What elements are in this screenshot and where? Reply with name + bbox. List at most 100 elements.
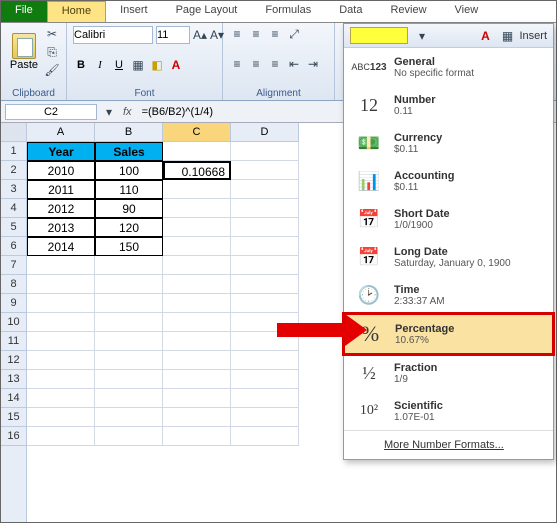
cell[interactable]	[231, 427, 299, 446]
format-number[interactable]: 12 Number0.11	[344, 86, 553, 124]
format-long-date[interactable]: 📅 Long DateSaturday, January 0, 1900	[344, 238, 553, 276]
cell[interactable]: Sales	[95, 142, 163, 161]
cell[interactable]	[163, 294, 231, 313]
cell[interactable]	[163, 237, 231, 256]
cut-icon[interactable]: ✂	[44, 26, 60, 42]
cell[interactable]	[163, 199, 231, 218]
cell[interactable]	[231, 161, 299, 180]
cell[interactable]	[163, 332, 231, 351]
row-header[interactable]: 1	[1, 142, 26, 161]
cell[interactable]	[231, 408, 299, 427]
more-number-formats[interactable]: More Number Formats...	[344, 430, 553, 459]
tab-insert[interactable]: Insert	[106, 1, 162, 22]
select-all[interactable]	[1, 123, 26, 142]
cell[interactable]: 110	[95, 180, 163, 199]
tab-file[interactable]: File	[1, 1, 47, 22]
format-currency[interactable]: 💵 Currency$0.11	[344, 124, 553, 162]
cell[interactable]: Year	[27, 142, 95, 161]
insert-cells-button[interactable]: ▦ Insert	[499, 28, 547, 44]
paste-button[interactable]: Paste	[7, 33, 41, 71]
cell[interactable]	[95, 256, 163, 275]
row-header[interactable]: 11	[1, 332, 26, 351]
cell[interactable]	[27, 332, 95, 351]
cell[interactable]	[27, 256, 95, 275]
cell[interactable]	[231, 218, 299, 237]
cell[interactable]	[95, 275, 163, 294]
indent-dec-icon[interactable]: ⇤	[286, 56, 302, 72]
format-fraction[interactable]: ½ Fraction1/9	[344, 354, 553, 392]
row-header[interactable]: 2	[1, 161, 26, 180]
cell[interactable]	[95, 408, 163, 427]
cell[interactable]: 2013	[27, 218, 95, 237]
row-header[interactable]: 16	[1, 427, 26, 446]
font-name-select[interactable]	[73, 26, 153, 44]
align-bot-icon[interactable]: ≡	[267, 26, 283, 42]
format-general[interactable]: ABC123 GeneralNo specific format	[344, 48, 553, 86]
cell[interactable]	[163, 389, 231, 408]
cell[interactable]: 150	[95, 237, 163, 256]
cell[interactable]	[163, 275, 231, 294]
cell[interactable]	[163, 218, 231, 237]
tab-view[interactable]: View	[441, 1, 493, 22]
cell[interactable]	[27, 313, 95, 332]
format-percentage[interactable]: % Percentage10.67%	[343, 313, 554, 355]
cell[interactable]: 2010	[27, 161, 95, 180]
row-header[interactable]: 7	[1, 256, 26, 275]
cell[interactable]	[95, 332, 163, 351]
align-right-icon[interactable]: ≡	[267, 56, 283, 72]
cell[interactable]	[27, 408, 95, 427]
cell[interactable]: 2011	[27, 180, 95, 199]
row-header[interactable]: 8	[1, 275, 26, 294]
indent-inc-icon[interactable]: ⇥	[305, 56, 321, 72]
decrease-font-icon[interactable]: A▾	[210, 27, 224, 43]
row-header[interactable]: 12	[1, 351, 26, 370]
cell[interactable]	[163, 408, 231, 427]
cell[interactable]	[231, 294, 299, 313]
fx-icon[interactable]: fx	[117, 106, 138, 118]
cell[interactable]	[95, 427, 163, 446]
cell[interactable]	[95, 370, 163, 389]
format-short-date[interactable]: 📅 Short Date1/0/1900	[344, 200, 553, 238]
fill-color-icon[interactable]: ◧	[149, 57, 165, 73]
row-header[interactable]: 5	[1, 218, 26, 237]
cell[interactable]	[27, 275, 95, 294]
row-header[interactable]: 10	[1, 313, 26, 332]
row-header[interactable]: 4	[1, 199, 26, 218]
border-icon[interactable]: ▦	[130, 57, 146, 73]
col-header[interactable]: C	[163, 123, 231, 141]
cell[interactable]	[95, 313, 163, 332]
cell[interactable]	[163, 142, 231, 161]
row-header[interactable]: 9	[1, 294, 26, 313]
cell[interactable]	[231, 142, 299, 161]
align-center-icon[interactable]: ≡	[248, 56, 264, 72]
align-left-icon[interactable]: ≡	[229, 56, 245, 72]
increase-font-icon[interactable]: A▴	[193, 27, 207, 43]
copy-icon[interactable]: ⎘	[44, 44, 60, 60]
row-header[interactable]: 3	[1, 180, 26, 199]
orientation-icon[interactable]: ⤢	[286, 26, 302, 42]
row-header[interactable]: 15	[1, 408, 26, 427]
cell[interactable]	[231, 275, 299, 294]
cell[interactable]	[27, 294, 95, 313]
cell[interactable]	[231, 199, 299, 218]
col-header[interactable]: D	[231, 123, 299, 141]
cell[interactable]: 2014	[27, 237, 95, 256]
cell[interactable]	[27, 370, 95, 389]
cell-selected[interactable]: 0.10668	[163, 161, 231, 180]
font-color-icon[interactable]: A	[168, 57, 184, 73]
format-selector-box[interactable]	[350, 27, 408, 44]
row-header[interactable]: 14	[1, 389, 26, 408]
name-box[interactable]: C2	[5, 104, 97, 120]
align-top-icon[interactable]: ≡	[229, 26, 245, 42]
cell[interactable]	[231, 370, 299, 389]
cell[interactable]	[231, 351, 299, 370]
tab-formulas[interactable]: Formulas	[251, 1, 325, 22]
cell[interactable]	[95, 351, 163, 370]
tab-home[interactable]: Home	[47, 1, 106, 22]
cell[interactable]	[95, 389, 163, 408]
align-mid-icon[interactable]: ≡	[248, 26, 264, 42]
cell[interactable]	[231, 256, 299, 275]
underline-button[interactable]: U	[111, 59, 127, 71]
cell[interactable]	[231, 389, 299, 408]
format-scientific[interactable]: 10² Scientific1.07E-01	[344, 392, 553, 430]
